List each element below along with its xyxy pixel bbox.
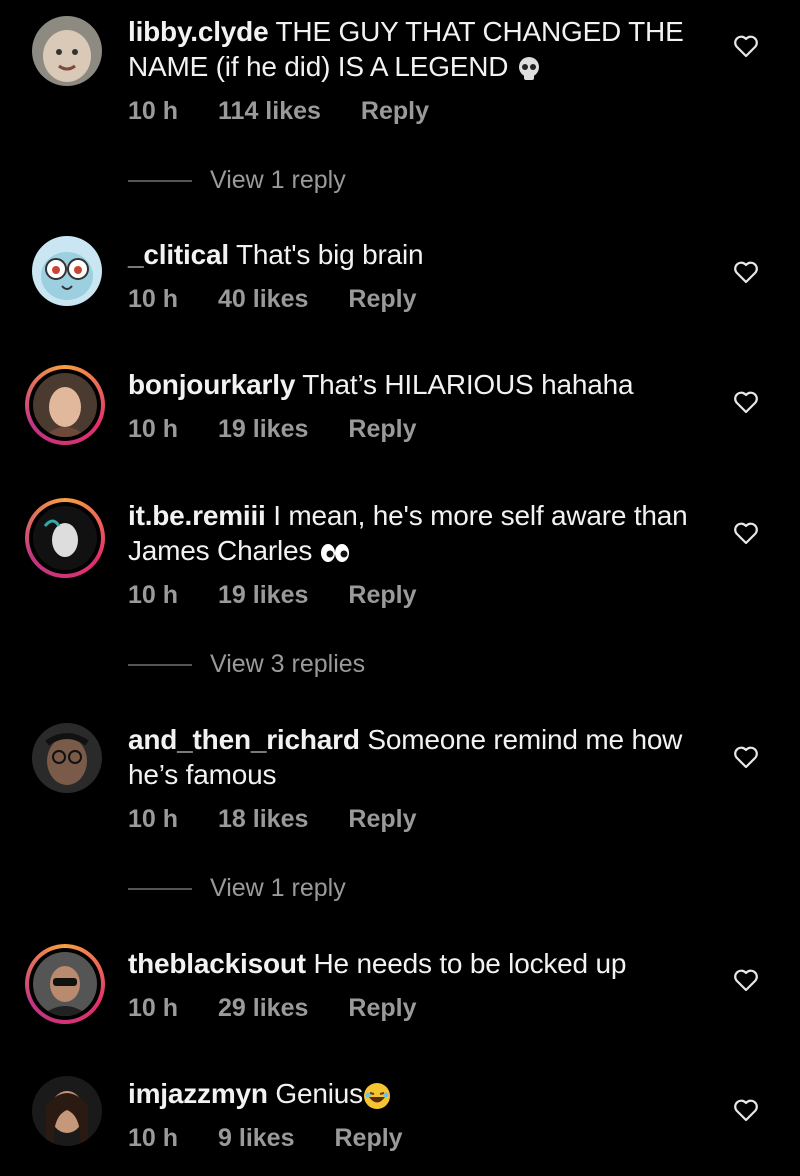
comment-text: bonjourkarly That’s HILARIOUS hahaha — [128, 367, 690, 402]
view-replies-label: View 3 replies — [210, 650, 366, 678]
comment-time: 10 h — [128, 97, 179, 125]
avatar-story-ring[interactable] — [25, 498, 105, 578]
avatar-image — [33, 952, 97, 1016]
avatar-image — [32, 1076, 102, 1146]
heart-outline-icon[interactable] — [733, 34, 759, 58]
avatar-image — [32, 16, 102, 86]
heart-outline-icon[interactable] — [733, 745, 759, 769]
comment-meta: 10 h 29 likes Reply — [128, 994, 456, 1023]
comment-username[interactable]: theblackisout — [128, 948, 306, 979]
comment-username[interactable]: it.be.remiii — [128, 500, 266, 531]
divider-line — [128, 179, 192, 182]
heart-outline-icon[interactable] — [733, 521, 759, 545]
comment-meta: 10 h 19 likes Reply — [128, 415, 456, 444]
comment-username[interactable]: imjazzmyn — [128, 1078, 268, 1109]
comment-text: it.be.remiii I mean, he's more self awar… — [128, 498, 690, 568]
avatar — [33, 952, 97, 1016]
comment-time: 10 h — [128, 1124, 179, 1152]
comment-time: 10 h — [128, 994, 179, 1022]
divider-line — [128, 887, 192, 890]
heart-outline-icon[interactable] — [733, 390, 759, 414]
reply-button[interactable]: Reply — [361, 97, 429, 126]
laughing-face-emoji-icon — [363, 1082, 390, 1109]
comment-likes[interactable]: 29 likes — [218, 994, 308, 1023]
avatar — [33, 506, 97, 570]
view-replies-label: View 1 reply — [210, 166, 346, 194]
comment-time: 10 h — [128, 805, 179, 833]
comment-body: Genius — [275, 1078, 363, 1109]
comment-likes[interactable]: 40 likes — [218, 285, 308, 314]
view-replies-button[interactable]: View 1 reply — [128, 874, 346, 903]
comment-text: theblackisout He needs to be locked up — [128, 946, 690, 981]
avatar-story-ring[interactable] — [25, 365, 105, 445]
view-replies-button[interactable]: View 1 reply — [128, 166, 346, 195]
avatar — [33, 373, 97, 437]
comment-username[interactable]: libby.clyde — [128, 16, 269, 47]
reply-button[interactable]: Reply — [348, 805, 416, 834]
comment-time: 10 h — [128, 285, 179, 313]
comment-meta: 10 h 19 likes Reply — [128, 581, 456, 610]
comment-meta: 10 h 114 likes Reply — [128, 97, 469, 126]
comment-likes[interactable]: 18 likes — [218, 805, 308, 834]
comment-meta: 10 h 18 likes Reply — [128, 805, 456, 834]
heart-outline-icon[interactable] — [733, 1098, 759, 1122]
comment-body: That’s HILARIOUS hahaha — [302, 369, 634, 400]
avatar[interactable] — [32, 236, 102, 306]
avatar[interactable] — [32, 16, 102, 86]
avatar-image — [32, 236, 102, 306]
comment-likes[interactable]: 19 likes — [218, 415, 308, 444]
comment-username[interactable]: and_then_richard — [128, 724, 360, 755]
comment-text: _clitical That's big brain — [128, 237, 690, 272]
reply-button[interactable]: Reply — [334, 1124, 402, 1153]
comment-time: 10 h — [128, 415, 179, 443]
comment-username[interactable]: bonjourkarly — [128, 369, 295, 400]
heart-outline-icon[interactable] — [733, 968, 759, 992]
eyes-emoji-icon — [320, 543, 349, 562]
avatar[interactable] — [32, 1076, 102, 1146]
comment-text: and_then_richard Someone remind me how h… — [128, 722, 690, 792]
heart-outline-icon[interactable] — [733, 260, 759, 284]
comment-text: libby.clyde THE GUY THAT CHANGED THE NAM… — [128, 14, 690, 84]
view-replies-button[interactable]: View 3 replies — [128, 650, 365, 679]
view-replies-label: View 1 reply — [210, 874, 346, 902]
comment-text: imjazzmyn Genius — [128, 1076, 690, 1111]
comment-likes[interactable]: 9 likes — [218, 1124, 294, 1153]
avatar[interactable] — [32, 723, 102, 793]
avatar-image — [33, 506, 97, 570]
comment-username[interactable]: _clitical — [128, 239, 229, 270]
reply-button[interactable]: Reply — [348, 285, 416, 314]
reply-button[interactable]: Reply — [348, 994, 416, 1023]
avatar-image — [32, 723, 102, 793]
reply-button[interactable]: Reply — [348, 415, 416, 444]
comment-likes[interactable]: 114 likes — [218, 97, 321, 126]
avatar-story-ring[interactable] — [25, 944, 105, 1024]
comment-time: 10 h — [128, 581, 179, 609]
comment-likes[interactable]: 19 likes — [218, 581, 308, 610]
comment-body: He needs to be locked up — [313, 948, 627, 979]
divider-line — [128, 663, 192, 666]
comment-body: That's big brain — [236, 239, 424, 270]
skull-emoji-icon — [518, 56, 539, 80]
reply-button[interactable]: Reply — [348, 581, 416, 610]
avatar-image — [33, 373, 97, 437]
comment-meta: 10 h 9 likes Reply — [128, 1124, 443, 1153]
comment-meta: 10 h 40 likes Reply — [128, 285, 456, 314]
